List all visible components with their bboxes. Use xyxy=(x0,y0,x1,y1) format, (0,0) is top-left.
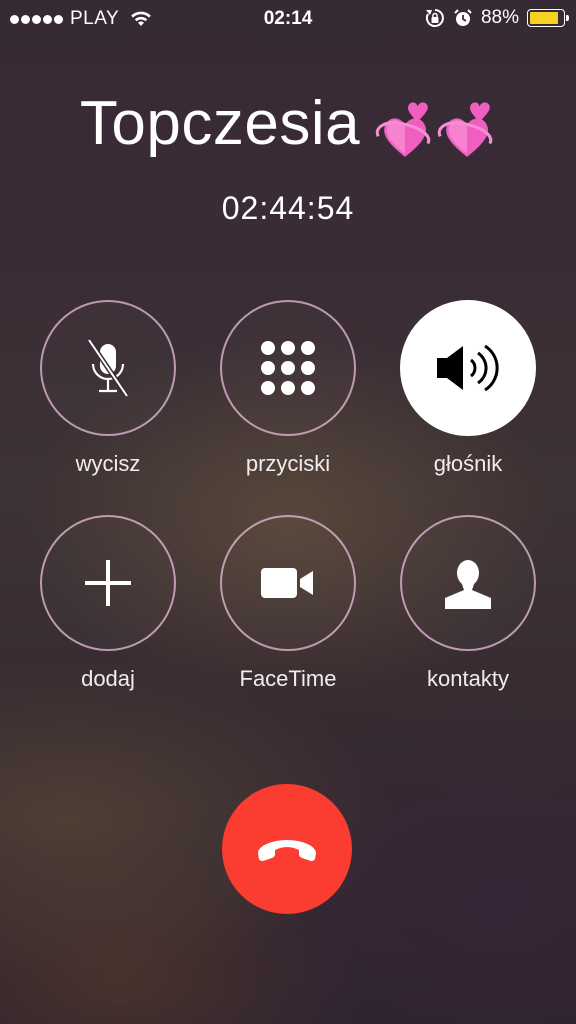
phone-hangup-icon xyxy=(258,840,316,861)
keypad-button-circle[interactable] xyxy=(220,300,356,436)
battery-level-fill xyxy=(530,12,559,24)
rotation-lock-icon xyxy=(425,9,444,27)
add-call-label: dodaj xyxy=(81,666,135,691)
video-camera-icon xyxy=(261,568,313,598)
contacts-button[interactable]: kontakty xyxy=(400,515,536,692)
speaker-icon xyxy=(437,344,499,392)
speaker-button-circle[interactable] xyxy=(400,300,536,436)
battery-icon xyxy=(527,9,569,27)
contact-silhouette-icon xyxy=(445,560,491,609)
revolving-hearts-icon xyxy=(437,102,493,157)
add-call-button[interactable]: dodaj xyxy=(40,515,176,692)
call-controls: wycisz przyciski głośnik dodaj FaceTime … xyxy=(40,300,536,692)
mute-button-circle[interactable] xyxy=(40,300,176,436)
end-call-button[interactable] xyxy=(222,784,352,914)
speaker-label: głośnik xyxy=(433,451,503,476)
keypad-icon xyxy=(261,341,315,395)
alarm-icon xyxy=(454,9,472,26)
caller-emoji xyxy=(372,88,496,159)
speaker-button[interactable]: głośnik xyxy=(400,300,536,477)
status-right: 88% xyxy=(425,7,569,29)
call-duration: 02:44:54 xyxy=(221,190,355,226)
contacts-label: kontakty xyxy=(427,666,509,691)
keypad-label: przyciski xyxy=(245,451,331,476)
keypad-button[interactable]: przyciski xyxy=(220,300,356,477)
caller-info: Topczesia xyxy=(0,84,576,159)
contacts-button-circle[interactable] xyxy=(400,515,536,651)
mute-button[interactable]: wycisz xyxy=(40,300,176,477)
mic-muted-icon xyxy=(86,338,130,398)
caller-name: Topczesia xyxy=(79,89,361,159)
add-call-button-circle[interactable] xyxy=(40,515,176,651)
facetime-button-circle[interactable] xyxy=(220,515,356,651)
plus-icon xyxy=(85,560,131,606)
revolving-hearts-icon xyxy=(375,102,431,157)
status-bar: PLAY 02:14 88% xyxy=(0,0,576,38)
battery-percent: 88% xyxy=(480,7,519,28)
facetime-label: FaceTime xyxy=(239,666,337,691)
facetime-button[interactable]: FaceTime xyxy=(220,515,356,692)
mute-label: wycisz xyxy=(75,451,141,476)
